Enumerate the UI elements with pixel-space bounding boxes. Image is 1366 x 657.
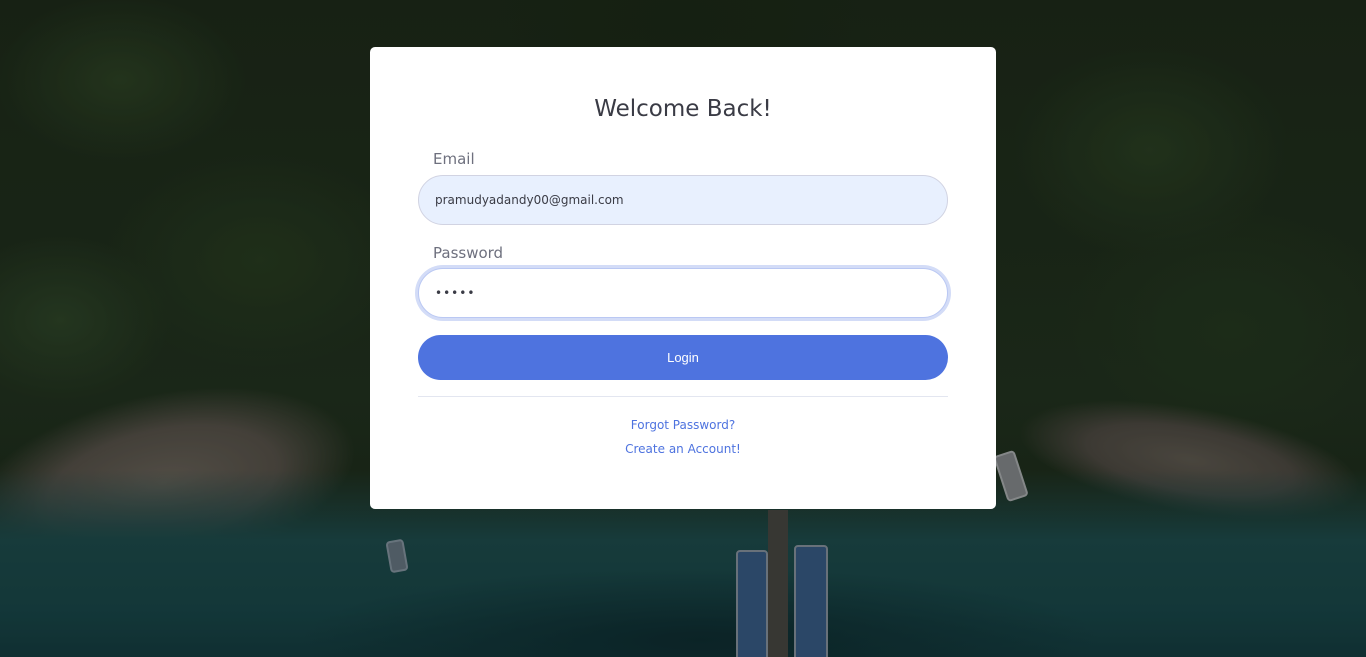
login-button[interactable]: Login — [418, 335, 948, 380]
divider — [418, 396, 948, 397]
email-field[interactable] — [418, 175, 948, 225]
password-label: Password — [433, 244, 504, 262]
create-account-row: Create an Account! — [370, 442, 996, 456]
create-account-link[interactable]: Create an Account! — [625, 442, 741, 456]
page-title: Welcome Back! — [594, 96, 772, 122]
forgot-password-row: Forgot Password? — [370, 418, 996, 432]
forgot-password-link[interactable]: Forgot Password? — [631, 418, 735, 432]
password-field[interactable] — [418, 268, 948, 318]
email-label: Email — [433, 150, 475, 168]
